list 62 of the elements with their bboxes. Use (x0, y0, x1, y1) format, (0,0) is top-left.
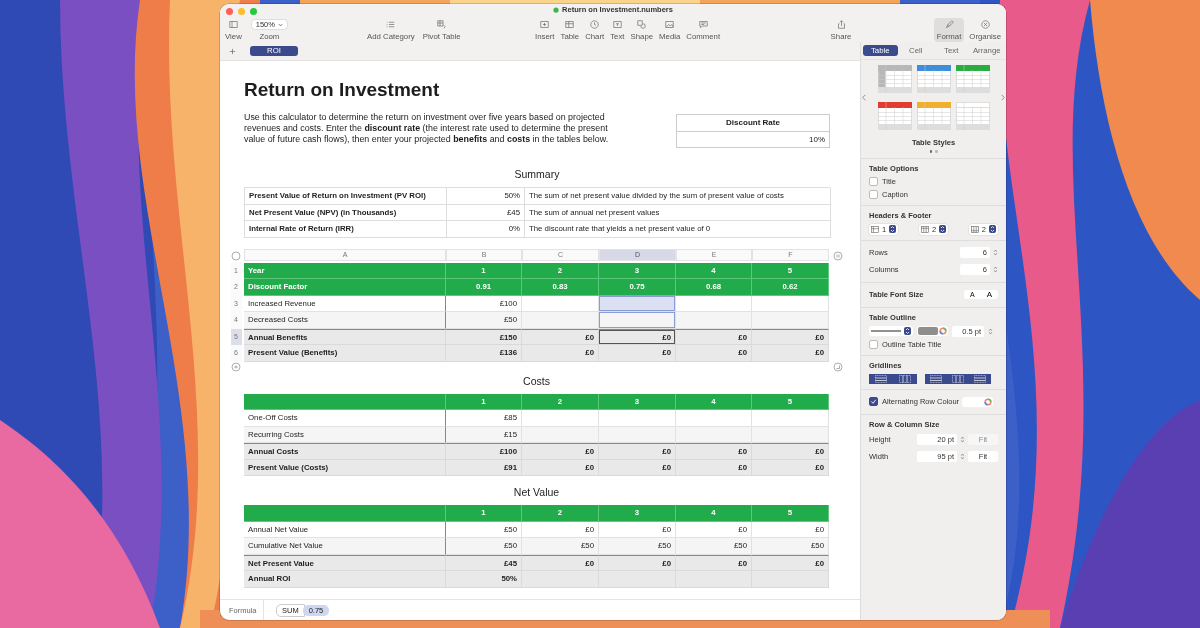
clock-icon (590, 20, 600, 29)
chevron-left-icon[interactable] (862, 94, 866, 101)
stepper-icon[interactable] (993, 248, 998, 257)
table-title: Net Value (512, 486, 561, 499)
document-icon (553, 6, 560, 13)
circle-x-icon (980, 20, 990, 29)
table-style-thumbnail[interactable] (877, 65, 912, 93)
image-icon (665, 20, 675, 29)
color-wheel-icon[interactable] (939, 327, 947, 335)
page-dot[interactable] (929, 150, 932, 153)
stepper-arrows-icon[interactable] (939, 225, 947, 233)
increase-font-button[interactable]: A (980, 290, 998, 299)
table-style-thumbnail[interactable] (916, 65, 951, 93)
sidebar-icon (228, 20, 238, 29)
minimize-button[interactable] (238, 8, 245, 15)
chevron-down-icon (277, 22, 283, 27)
line-style-icon (871, 329, 901, 333)
line-style-dropdown[interactable] (869, 326, 913, 336)
share-icon (836, 20, 846, 29)
table-style-thumbnail[interactable] (916, 102, 951, 130)
checkbox[interactable] (869, 190, 878, 199)
table-handle-icon[interactable] (231, 250, 241, 261)
intro-paragraph: Use this calculator to determine the return on investment over five years based on projected revenues and costs. Enter the discount rate (the interest rate used to determine the present value of future cash flows), then enter your projected benefits and costs in the tables below. (244, 112, 610, 147)
checkbox[interactable] (869, 397, 878, 406)
checkbox[interactable] (869, 340, 878, 349)
table-header-icon (871, 225, 879, 233)
color-well[interactable] (917, 326, 948, 336)
table-icon (565, 20, 575, 29)
table-header-icon (970, 225, 979, 233)
speech-bubble-icon (698, 20, 708, 29)
shapes-icon (637, 20, 647, 29)
table-style-thumbnail[interactable] (955, 102, 990, 130)
table-cell-text: 10% (808, 134, 826, 146)
list-icon (386, 20, 396, 29)
chevron-right-icon[interactable] (1001, 94, 1005, 101)
corner-icon[interactable] (833, 362, 843, 372)
pause-icon[interactable] (833, 250, 843, 261)
stepper-arrows-icon[interactable] (904, 327, 911, 335)
table-cell: Discount Rate (677, 115, 829, 132)
paintbrush-icon (944, 20, 954, 29)
table-style-thumbnail[interactable] (955, 65, 990, 93)
equals-icon[interactable] (231, 362, 241, 372)
color-well[interactable] (962, 396, 994, 407)
close-button[interactable] (226, 8, 233, 15)
table-header-icon (920, 225, 929, 233)
text-box-icon (612, 20, 622, 29)
pivot-icon (437, 20, 447, 29)
checkbox[interactable] (869, 177, 878, 186)
color-wheel-icon[interactable] (984, 397, 993, 406)
stepper-arrows-icon[interactable] (989, 225, 996, 233)
stepper-icon[interactable] (960, 452, 965, 461)
stepper-icon[interactable] (960, 435, 965, 444)
table-title: Summary (513, 168, 561, 181)
page-dot[interactable] (935, 150, 938, 153)
stepper-arrows-icon[interactable] (889, 225, 897, 233)
stepper-icon[interactable] (993, 265, 998, 274)
document-title: Return on Investment (244, 79, 441, 101)
stepper-icon[interactable] (988, 326, 993, 336)
zoom-button[interactable] (250, 8, 257, 15)
table-style-thumbnail[interactable] (877, 102, 912, 130)
add-sheet-icon[interactable] (229, 47, 236, 55)
table-title: Costs (522, 374, 551, 388)
